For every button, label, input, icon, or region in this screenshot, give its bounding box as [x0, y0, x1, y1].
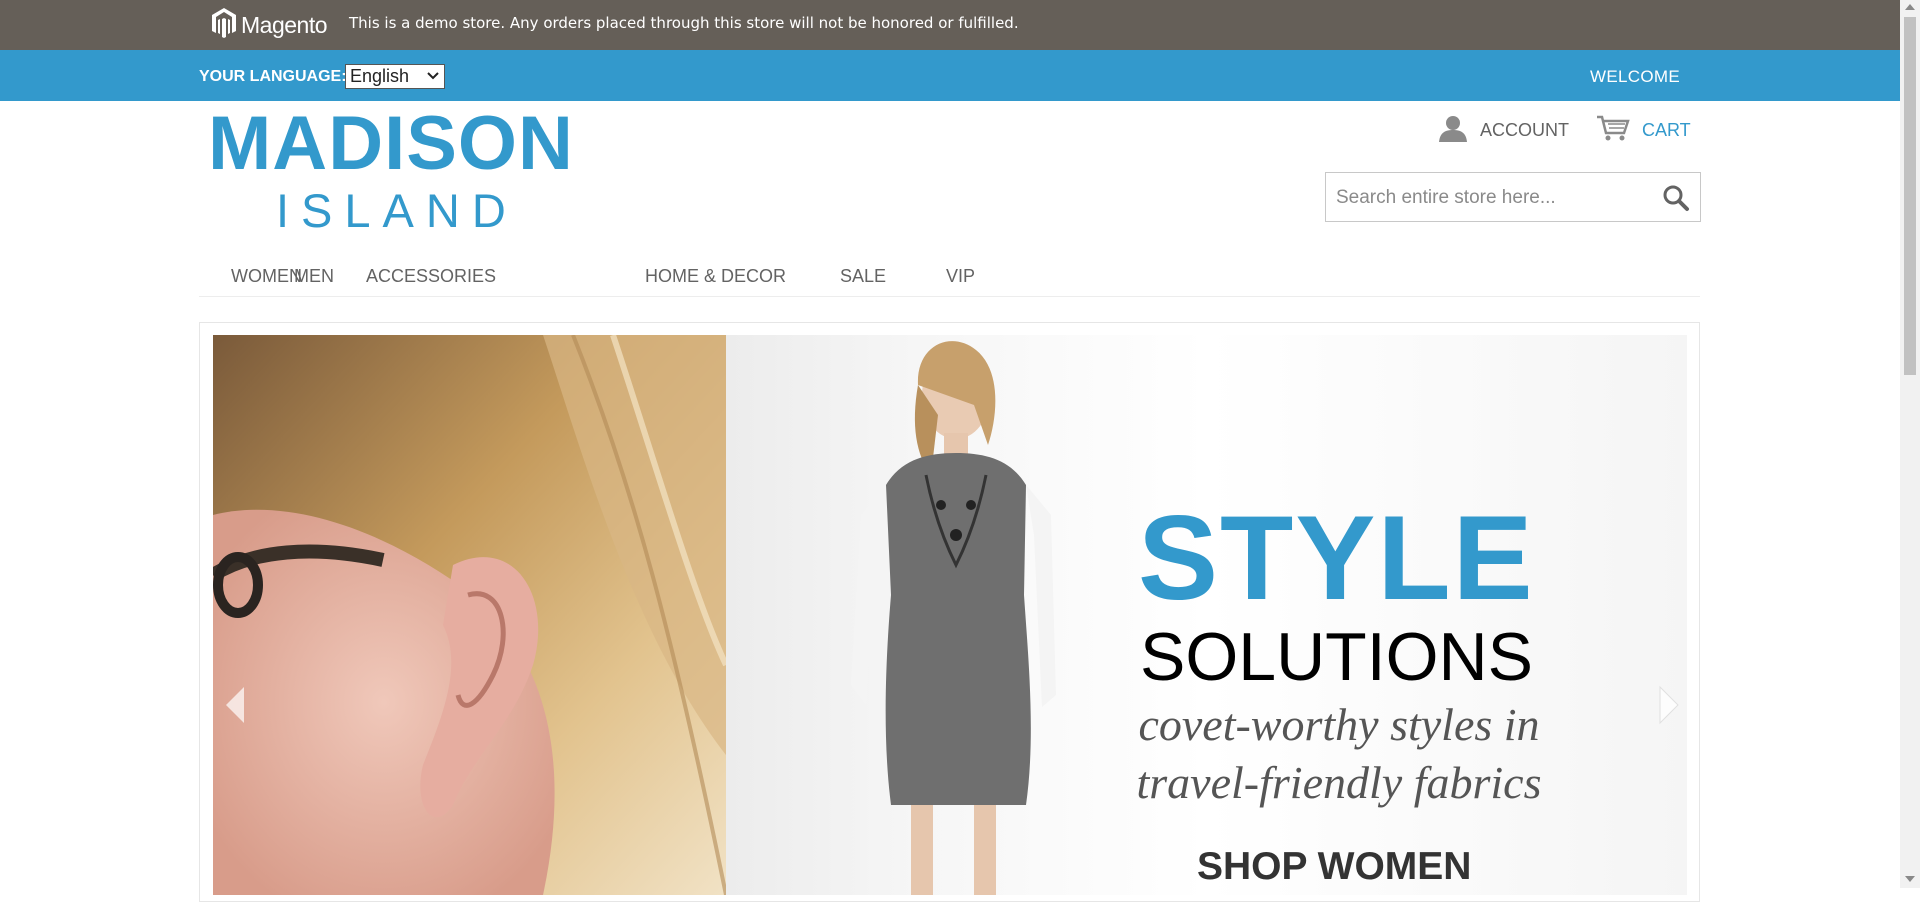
magento-brand-text: Magento	[241, 11, 328, 38]
shop-women-link[interactable]: SHOP WOMEN	[1197, 845, 1471, 889]
language-selected-value: English	[350, 66, 410, 86]
account-label: ACCOUNT	[1480, 120, 1569, 140]
magento-logo: Magento	[211, 5, 328, 45]
scrollbar-thumb[interactable]	[1904, 17, 1916, 375]
nav-item-home-decor[interactable]: HOME & DECOR	[645, 266, 786, 287]
nav-item-women[interactable]: WOMEN	[231, 266, 302, 287]
nav-item-men[interactable]: MEN	[294, 266, 334, 287]
logo-line-madison: MADISON	[208, 101, 574, 186]
nav-item-vip[interactable]: VIP	[946, 266, 975, 287]
cart-link[interactable]: CART	[1596, 114, 1691, 147]
nav-item-sale[interactable]: SALE	[840, 266, 886, 287]
main-navigation: WOMEN MEN ACCESSORIES HOME & DECOR SALE …	[199, 262, 1700, 297]
slide-image-ear-closeup	[213, 335, 726, 895]
search-icon[interactable]	[1662, 184, 1690, 217]
arrow-right-icon[interactable]	[1652, 685, 1682, 725]
demo-notice-bar: Magento This is a demo store. Any orders…	[0, 0, 1900, 50]
demo-notice-text: This is a demo store. Any orders placed …	[349, 14, 1019, 32]
language-label: YOUR LANGUAGE:	[199, 68, 347, 85]
slide-headline-style: STYLE	[1138, 491, 1535, 625]
page-scrollbar[interactable]	[1900, 0, 1920, 888]
welcome-message: WELCOME	[1590, 67, 1680, 86]
account-link[interactable]: ACCOUNT	[1438, 114, 1569, 147]
language-select[interactable]: English	[345, 64, 445, 89]
user-icon	[1438, 114, 1468, 147]
scroll-down-arrow-icon[interactable]	[1905, 876, 1915, 882]
slide-tagline-line2: travel-friendly fabrics	[1136, 757, 1542, 808]
scroll-up-arrow-icon[interactable]	[1905, 4, 1915, 10]
magento-logo-icon	[211, 7, 237, 44]
search-input[interactable]	[1326, 173, 1658, 223]
search-box	[1325, 172, 1701, 223]
slide-tagline: covet-worthy styles in travel-friendly f…	[1114, 696, 1564, 812]
nav-item-accessories[interactable]: ACCESSORIES	[366, 266, 496, 287]
cart-icon	[1596, 114, 1630, 147]
chevron-down-icon	[427, 66, 439, 92]
slide-headline-solutions: SOLUTIONS	[1140, 619, 1533, 695]
language-bar: YOUR LANGUAGE: WELCOME	[0, 50, 1900, 101]
arrow-left-icon[interactable]	[222, 685, 252, 725]
logo-line-island: ISLAND	[276, 184, 518, 237]
cart-label: CART	[1642, 120, 1691, 140]
slide-tagline-line1: covet-worthy styles in	[1138, 699, 1540, 750]
